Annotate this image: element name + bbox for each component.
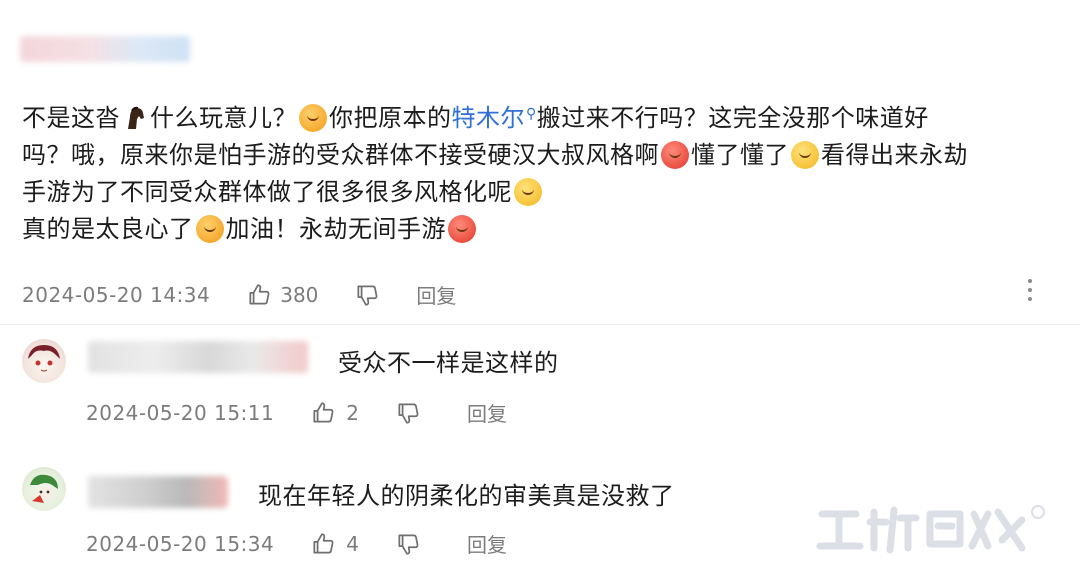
like-button[interactable] [310, 400, 336, 426]
thumbs-up-icon [313, 401, 334, 423]
like-count: 2 [346, 400, 359, 425]
topic-link[interactable]: 特木尔 [452, 104, 526, 132]
reply-meta: 2024-05-20 15:34 4 回复 [86, 529, 507, 558]
username-blurred[interactable] [20, 36, 190, 62]
reply-date: 2024-05-20 15:11 [86, 400, 275, 425]
comment-line-3: 手游为了不同受众群体做了很多很多风格化呢 [22, 174, 1062, 211]
like-button[interactable] [310, 531, 336, 557]
dislike-button[interactable] [354, 282, 380, 308]
reply-text: 现在年轻人的阴柔化的审美真是没救了 [258, 482, 675, 510]
comment-meta: 2024-05-20 14:34 380 回复 [22, 280, 456, 309]
shocked-face-emoji-icon [791, 141, 819, 169]
reply-button[interactable]: 回复 [416, 280, 456, 309]
dislike-button[interactable] [395, 531, 421, 557]
comment-line-1: 不是这沓 什么玩意儿？ 你把原本的特木尔⚲搬过来不行吗？这完全没那个味道好 [22, 104, 929, 132]
cheer-face-emoji-icon [448, 215, 476, 243]
comment-body: 不是这沓 什么玩意儿？ 你把原本的特木尔⚲搬过来不行吗？这完全没那个味道好 吗？哦，… [22, 96, 1062, 248]
thumbs-down-icon [357, 284, 378, 306]
avatar[interactable] [22, 467, 66, 511]
thumbs-up-icon [249, 283, 270, 305]
thumbs-up-icon [313, 532, 334, 554]
more-vertical-icon[interactable] [1027, 279, 1033, 301]
reply-button[interactable]: 回复 [467, 398, 507, 427]
like-count: 380 [280, 282, 319, 307]
thumbs-down-icon [398, 402, 419, 424]
divider [0, 324, 1080, 325]
determined-face-emoji-icon [195, 215, 224, 243]
comment-line-2: 吗？哦，原来你是怕手游的受众群体不接受硬汉大叔风格啊 懂了懂了 看得出来永劫 [22, 141, 968, 169]
watermark-logo [812, 500, 1052, 572]
username-blurred[interactable] [88, 476, 228, 508]
thumbs-down-icon [398, 533, 419, 555]
watermark-logo-graphic [816, 505, 1045, 554]
angry-face-emoji-icon [661, 141, 689, 169]
reply-text: 受众不一样是这样的 [338, 349, 559, 377]
comment-date: 2024-05-20 14:34 [22, 282, 211, 307]
like-count: 4 [346, 531, 359, 556]
avatar-image [28, 345, 60, 372]
like-button[interactable] [246, 282, 272, 308]
reply-meta: 2024-05-20 15:11 2 回复 [86, 398, 507, 427]
avatar-image [30, 474, 58, 503]
avatar[interactable] [22, 339, 66, 383]
dislike-button[interactable] [395, 400, 421, 426]
reply-date: 2024-05-20 15:34 [86, 531, 275, 556]
reply-button[interactable]: 回复 [467, 529, 507, 558]
smug-face-emoji-icon [299, 104, 327, 132]
horse-emoji-icon [128, 106, 144, 129]
comment-line-4: 真的是太良心了 加油！永劫无间手游 [22, 211, 1062, 248]
search-icon[interactable]: ⚲ [526, 106, 537, 122]
username-blurred[interactable] [88, 341, 308, 373]
praying-face-emoji-icon [514, 178, 542, 206]
